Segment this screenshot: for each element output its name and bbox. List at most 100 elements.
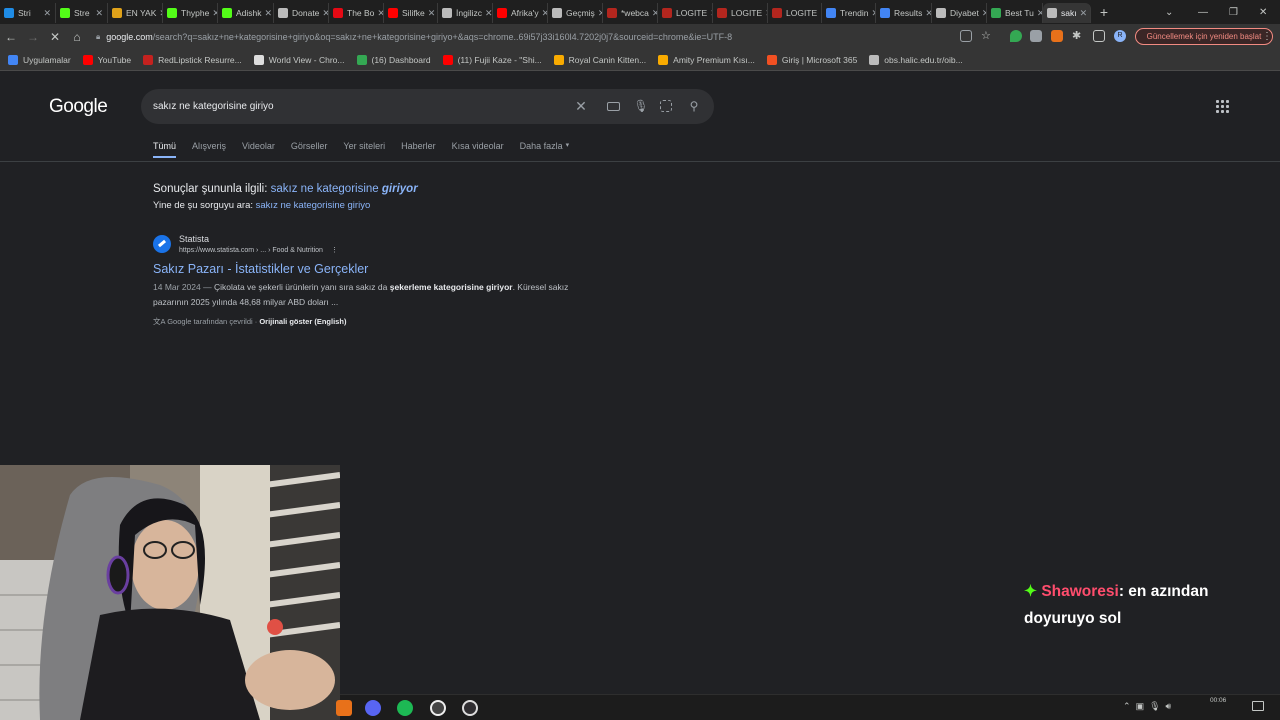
tab-close-icon[interactable]: ✕: [869, 8, 875, 19]
tab-close-icon[interactable]: ✕: [209, 8, 217, 19]
share-icon[interactable]: [960, 30, 972, 42]
home-button[interactable]: ⌂: [66, 30, 88, 44]
network-icon[interactable]: ▣: [1136, 701, 1145, 711]
tab-close-icon[interactable]: ✕: [482, 8, 492, 19]
browser-tab[interactable]: LOGITE✕: [768, 3, 822, 23]
extension-icon[interactable]: [1030, 30, 1042, 42]
bookmark-item[interactable]: YouTube: [82, 54, 131, 65]
browser-tab[interactable]: Geçmiş✕: [548, 3, 603, 23]
result-source[interactable]: Statista https://www.statista.com › ... …: [153, 234, 653, 254]
bookmark-item[interactable]: Uygulamalar: [8, 54, 71, 65]
microphone-tray-icon[interactable]: 🎙︎: [1149, 701, 1160, 711]
bookmark-item[interactable]: obs.halic.edu.tr/oib...: [869, 54, 963, 65]
filter-tab[interactable]: Yer siteleri: [343, 141, 385, 151]
address-bar[interactable]: 🔒︎ google.com/search?q=sakız+ne+kategori…: [96, 27, 1136, 46]
tab-close-icon[interactable]: ✕: [319, 8, 328, 19]
tab-close-icon[interactable]: ✕: [425, 8, 436, 19]
keyboard-icon[interactable]: [607, 102, 620, 111]
google-logo[interactable]: Google: [49, 96, 108, 118]
browser-tab[interactable]: LOGITE✕: [658, 3, 713, 23]
fox-extension-icon[interactable]: [1051, 30, 1063, 42]
tab-close-icon[interactable]: ✕: [649, 8, 657, 19]
result-title-link[interactable]: Sakız Pazarı - İstatistikler ve Gerçekle…: [153, 262, 653, 276]
search-input[interactable]: [153, 97, 563, 116]
steam-icon[interactable]: [430, 700, 446, 716]
tab-search-button[interactable]: ⌄: [1165, 0, 1173, 24]
new-tab-button[interactable]: +: [1095, 4, 1113, 20]
tab-close-icon[interactable]: ✕: [922, 8, 931, 19]
tab-close-icon[interactable]: ✕: [979, 8, 986, 19]
taskbar-clock[interactable]: 00:06: [1210, 697, 1226, 704]
browser-tab[interactable]: Thyphe✕: [163, 3, 218, 23]
side-panel-icon[interactable]: [1093, 30, 1105, 42]
filter-tab[interactable]: Kısa videolar: [452, 141, 504, 151]
close-window-button[interactable]: ✕: [1259, 0, 1267, 24]
update-restart-button[interactable]: Güncellemek için yeniden başlat: [1135, 28, 1273, 45]
tab-close-icon[interactable]: ✕: [1034, 8, 1042, 19]
google-apps-icon[interactable]: [1216, 100, 1230, 114]
browser-tab[interactable]: Donate✕: [274, 3, 329, 23]
profile-avatar[interactable]: R: [1114, 30, 1126, 42]
tab-close-icon[interactable]: ✕: [156, 8, 162, 19]
bookmark-item[interactable]: Amity Premium Kısı...: [658, 54, 755, 65]
filter-tab[interactable]: Görseller: [291, 141, 328, 151]
filter-tab[interactable]: Videolar: [242, 141, 275, 151]
filter-tab[interactable]: Tümü: [153, 141, 177, 158]
lens-camera-icon[interactable]: [660, 100, 672, 112]
tab-close-icon[interactable]: ✕: [92, 8, 103, 19]
bookmark-item[interactable]: Giriş | Microsoft 365: [766, 54, 857, 65]
browser-tab[interactable]: Diyabet✕: [932, 3, 987, 23]
browser-tab[interactable]: *webca✕: [603, 3, 658, 23]
bookmark-item[interactable]: (11) Fujii Kaze - "Shi...: [442, 54, 542, 65]
original-query-link[interactable]: sakız ne kategorisine giriyo: [256, 200, 371, 211]
tab-close-icon[interactable]: ✕: [262, 8, 273, 19]
browser-tab[interactable]: Trendin✕: [822, 3, 876, 23]
clear-search-icon[interactable]: ✕: [573, 98, 589, 114]
filter-tab[interactable]: Daha fazla: [520, 141, 563, 151]
spotify-icon[interactable]: [397, 700, 413, 716]
browser-tab[interactable]: Adishk ✕: [218, 3, 274, 23]
forward-button[interactable]: →: [22, 30, 44, 44]
maximize-button[interactable]: ❐: [1229, 0, 1238, 24]
volume-icon[interactable]: 🔊︎: [1166, 701, 1172, 711]
browser-tab[interactable]: Silifke ✕: [384, 3, 438, 23]
browser-tab[interactable]: Stre ✕: [56, 3, 108, 23]
notifications-icon[interactable]: [1252, 701, 1264, 711]
bookmark-star-icon[interactable]: ☆: [981, 30, 993, 42]
adblock-extension-icon[interactable]: [1010, 30, 1022, 42]
tab-close-icon[interactable]: ✕: [374, 8, 383, 19]
microphone-icon[interactable]: 🎙︎: [633, 98, 649, 114]
stop-loading-button[interactable]: ✕: [44, 30, 66, 44]
tab-close-icon[interactable]: ✕: [40, 8, 51, 19]
browser-tab[interactable]: sakı ✕: [1043, 3, 1091, 23]
minimize-button[interactable]: —: [1198, 0, 1208, 24]
obs-icon[interactable]: [462, 700, 478, 716]
bookmark-item[interactable]: Royal Canin Kitten...: [553, 54, 646, 65]
menu-dots-icon[interactable]: ⋮: [1262, 28, 1272, 45]
bookmark-item[interactable]: (16) Dashboard: [356, 54, 431, 65]
tab-close-icon[interactable]: ✕: [539, 8, 547, 19]
tab-close-icon[interactable]: ✕: [1077, 8, 1088, 19]
filter-tab[interactable]: Alışveriş: [192, 141, 226, 151]
puzzle-extensions-icon[interactable]: ✱: [1072, 30, 1084, 42]
search-icon[interactable]: ⚲: [686, 98, 702, 114]
show-original-link[interactable]: Orijinali göster (English): [259, 317, 346, 326]
taskbar-app-icon[interactable]: [336, 700, 352, 716]
filter-tab[interactable]: Haberler: [401, 141, 436, 151]
tab-close-icon[interactable]: ✕: [595, 8, 602, 19]
browser-tab[interactable]: Results✕: [876, 3, 932, 23]
discord-icon[interactable]: [365, 700, 381, 716]
browser-tab[interactable]: LOGITE✕: [713, 3, 768, 23]
back-button[interactable]: ←: [0, 30, 22, 44]
bookmark-item[interactable]: RedLipstick Resurre...: [143, 54, 242, 65]
browser-tab[interactable]: The Bo✕: [329, 3, 384, 23]
browser-tab[interactable]: Afrika'y✕: [493, 3, 548, 23]
browser-tab[interactable]: Stri ✕: [0, 3, 56, 23]
browser-tab[interactable]: İngilizc ✕: [438, 3, 493, 23]
browser-tab[interactable]: EN YAK✕: [108, 3, 163, 23]
browser-tab[interactable]: Best Tu✕: [987, 3, 1043, 23]
chevron-up-icon[interactable]: ⌃: [1123, 701, 1131, 711]
corrected-query-link[interactable]: sakız ne kategorisine giriyor: [271, 183, 418, 195]
bookmark-item[interactable]: World View - Chro...: [253, 54, 345, 65]
more-options-icon[interactable]: ⋮: [331, 247, 338, 254]
